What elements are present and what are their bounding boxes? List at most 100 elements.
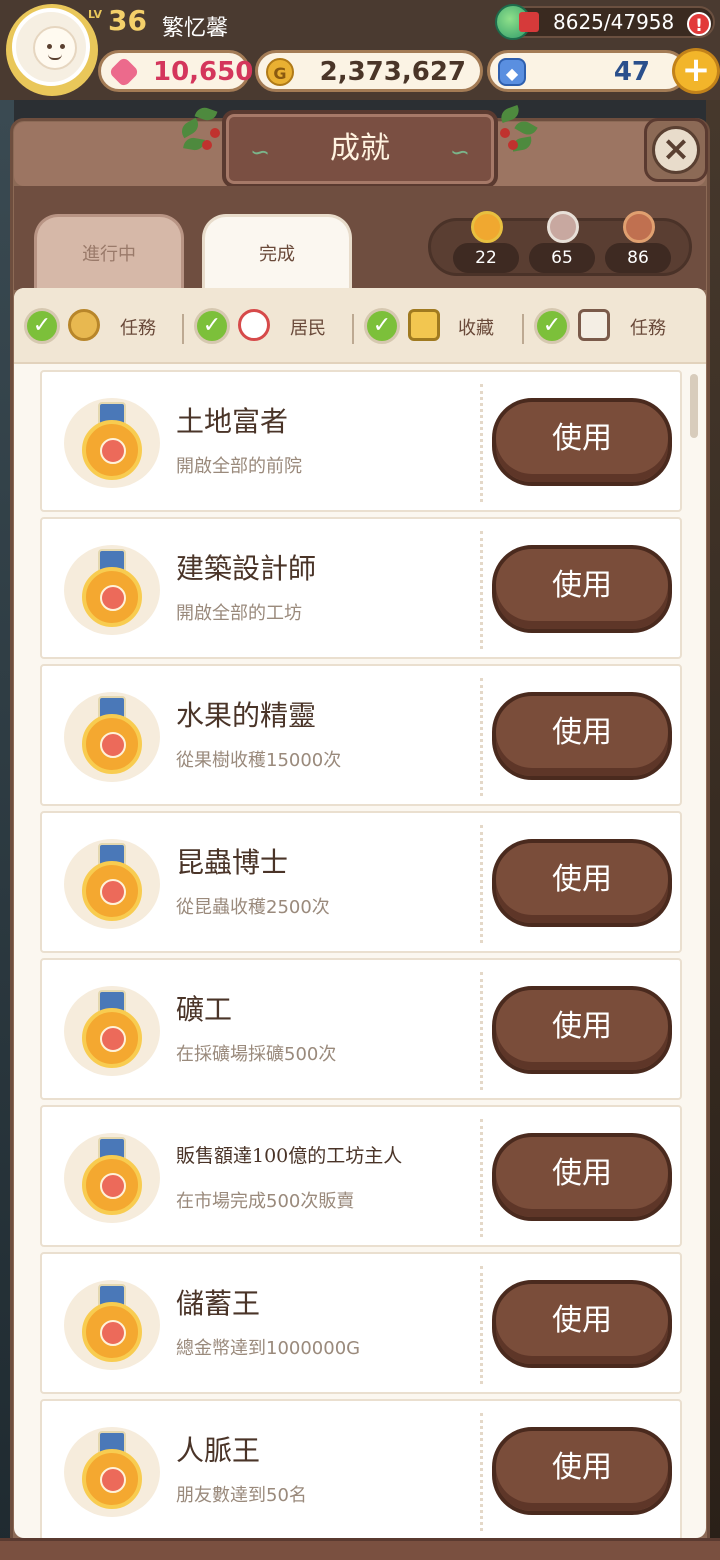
achievement-title: 販售額達100億的工坊主人 xyxy=(176,1145,403,1167)
hearts-counter[interactable]: 10,650 xyxy=(98,50,254,92)
row-divider xyxy=(480,678,483,796)
gold-counter[interactable]: G 2,373,627 xyxy=(255,50,483,92)
energy-bar-fill xyxy=(519,12,539,32)
achievement-description: 朋友數達到50名 xyxy=(176,1485,307,1506)
close-button[interactable]: × xyxy=(644,118,708,182)
gold-medal-icon xyxy=(64,390,160,490)
gold-medal-icon xyxy=(64,1419,160,1519)
row-divider xyxy=(480,531,483,649)
achievement-row: 昆蟲博士 從昆蟲收穫2500次 使用 xyxy=(40,811,682,953)
collection-icon xyxy=(408,309,440,341)
energy-value: 8625/47958 xyxy=(553,10,675,34)
check-icon: ✓ xyxy=(534,308,570,344)
achievement-description: 從昆蟲收穫2500次 xyxy=(176,897,330,918)
title-plaque: ∽ 成就 ∽ xyxy=(222,110,498,188)
close-icon: × xyxy=(652,126,700,174)
avatar[interactable] xyxy=(12,8,90,86)
filter-label: 收藏 xyxy=(458,318,494,339)
achievement-description: 在市場完成500次販賣 xyxy=(176,1191,355,1212)
avatar-face-icon xyxy=(33,26,77,70)
check-icon: ✓ xyxy=(364,308,400,344)
filter-label: 居民 xyxy=(290,318,326,339)
quest-icon xyxy=(68,309,100,341)
gold-coin-icon: G xyxy=(266,58,294,86)
row-divider xyxy=(480,825,483,943)
gold-medal-count: 22 xyxy=(453,211,519,279)
avatar-mouth-icon xyxy=(48,54,62,60)
filter-label: 任務 xyxy=(120,318,156,339)
filter-quest[interactable]: ✓ 任務 xyxy=(24,306,174,346)
row-divider xyxy=(480,1119,483,1237)
filter-resident[interactable]: ✓ 居民 xyxy=(194,306,344,346)
use-button[interactable]: 使用 xyxy=(492,986,672,1074)
achievement-description: 開啟全部的前院 xyxy=(176,456,302,477)
achievement-row: 人脈王 朋友數達到50名 使用 xyxy=(40,1399,682,1538)
filter-divider xyxy=(522,314,524,344)
gold-medal-icon xyxy=(64,537,160,637)
use-button[interactable]: 使用 xyxy=(492,1133,672,1221)
achievement-title: 昆蟲博士 xyxy=(176,846,289,879)
use-button[interactable]: 使用 xyxy=(492,1427,672,1515)
silver-medal-count-value: 65 xyxy=(529,243,595,273)
achievement-row: 礦工 在採礦場採礦500次 使用 xyxy=(40,958,682,1100)
achievement-row: 土地富者 開啟全部的前院 使用 xyxy=(40,370,682,512)
achievement-row: 建築設計師 開啟全部的工坊 使用 xyxy=(40,517,682,659)
achievement-title: 建築設計師 xyxy=(176,552,317,585)
use-button[interactable]: 使用 xyxy=(492,1280,672,1368)
achievement-row: 儲蓄王 總金幣達到1000000G 使用 xyxy=(40,1252,682,1394)
silver-medal-count: 65 xyxy=(529,211,595,279)
scrollbar[interactable] xyxy=(690,374,698,438)
row-divider xyxy=(480,972,483,1090)
bronze-medal-count-value: 86 xyxy=(605,243,671,273)
gems-counter[interactable]: ◆ 47 xyxy=(487,50,687,92)
row-divider xyxy=(480,384,483,502)
use-button[interactable]: 使用 xyxy=(492,692,672,780)
gold-medal-icon xyxy=(64,684,160,784)
gold-medal-icon xyxy=(64,831,160,931)
add-gems-button[interactable]: + xyxy=(672,48,720,94)
achievement-row: 販售額達100億的工坊主人 在市場完成500次販賣 使用 xyxy=(40,1105,682,1247)
row-divider xyxy=(480,1266,483,1384)
player-name: 繁忆馨 xyxy=(162,16,229,41)
filter-daily-quest[interactable]: ✓ 任務 xyxy=(534,306,704,346)
achievement-title: 人脈王 xyxy=(176,1434,261,1467)
silver-medal-icon xyxy=(547,211,579,243)
achievement-title: 水果的精靈 xyxy=(176,699,317,732)
filter-collection[interactable]: ✓ 收藏 xyxy=(364,306,514,346)
gold-medal-icon xyxy=(471,211,503,243)
filter-label: 任務 xyxy=(630,318,666,339)
gold-medal-icon xyxy=(64,978,160,1078)
filter-divider xyxy=(352,314,354,344)
bottom-frame xyxy=(0,1538,720,1560)
resident-icon xyxy=(238,309,270,341)
hearts-value: 10,650 xyxy=(153,57,254,87)
tab-in-progress[interactable]: 進行中 xyxy=(34,214,184,292)
achievement-title: 礦工 xyxy=(176,993,233,1026)
use-button[interactable]: 使用 xyxy=(492,839,672,927)
level-label: LV xyxy=(88,8,103,21)
achievement-description: 總金幣達到1000000G xyxy=(176,1338,361,1359)
gold-medal-icon xyxy=(64,1272,160,1372)
level-number: 36 xyxy=(108,4,147,37)
achievement-description: 開啟全部的工坊 xyxy=(176,603,302,624)
filter-divider xyxy=(182,314,184,344)
energy-meter[interactable]: 8625/47958 ! xyxy=(495,4,715,40)
medal-counter-bar: 22 65 86 xyxy=(428,211,692,279)
gold-medal-count-value: 22 xyxy=(453,243,519,273)
row-divider xyxy=(480,1413,483,1531)
check-icon: ✓ xyxy=(24,308,60,344)
use-button[interactable]: 使用 xyxy=(492,398,672,486)
heart-icon xyxy=(108,56,140,88)
gem-icon: ◆ xyxy=(498,58,526,86)
avatar-eye-icon xyxy=(60,44,65,49)
alert-icon[interactable]: ! xyxy=(687,12,711,36)
gems-value: 47 xyxy=(613,57,650,87)
use-button[interactable]: 使用 xyxy=(492,545,672,633)
achievement-title: 土地富者 xyxy=(176,405,289,438)
achievement-row: 水果的精靈 從果樹收穫15000次 使用 xyxy=(40,664,682,806)
gold-medal-icon xyxy=(64,1125,160,1225)
tab-completed[interactable]: 完成 xyxy=(202,214,352,292)
filter-row: ✓ 任務 ✓ 居民 ✓ 收藏 ✓ 任務 xyxy=(14,288,706,364)
check-icon: ✓ xyxy=(194,308,230,344)
achievement-title: 儲蓄王 xyxy=(176,1287,261,1320)
